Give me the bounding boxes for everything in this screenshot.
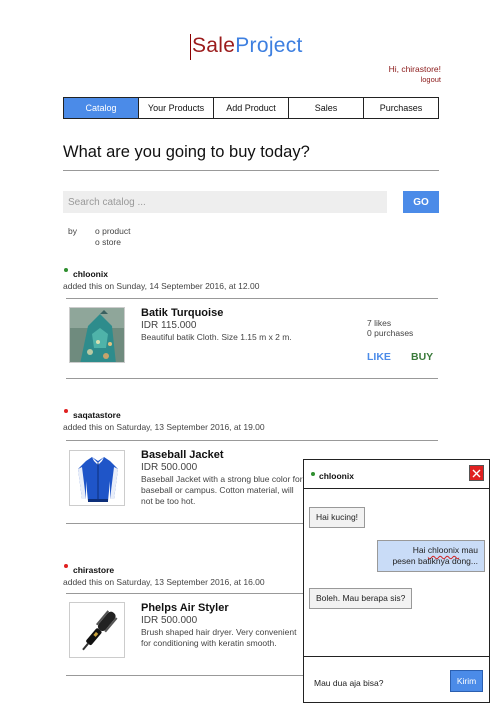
brand-logo[interactable]: SaleProject (190, 34, 303, 60)
send-button[interactable]: Kirim (450, 670, 483, 692)
tab-catalog[interactable]: Catalog (64, 98, 139, 118)
tab-sales[interactable]: Sales (289, 98, 364, 118)
seller-status-dot (64, 268, 68, 272)
seller-status-dot (64, 409, 68, 413)
product-price: IDR 500.000 (141, 462, 198, 473)
title-divider (63, 170, 439, 171)
chat-window: chloonix Hai kucing! Hai chloonix mau pe… (303, 459, 490, 703)
logout-link[interactable]: logout (421, 75, 441, 84)
tab-add-product[interactable]: Add Product (214, 98, 289, 118)
logo-project: Project (235, 34, 303, 57)
product-description: Baseball Jacket with a strong blue color… (141, 474, 303, 506)
logo-bar (190, 34, 191, 60)
product-likes: 7 likes (367, 318, 392, 328)
chat-input[interactable]: Mau dua aja bisa? (314, 678, 383, 688)
search-go-button[interactable]: GO (403, 191, 439, 213)
product-image-styler[interactable] (69, 602, 125, 658)
listing-date: added this on Sunday, 14 September 2016,… (63, 281, 260, 291)
product-name[interactable]: Phelps Air Styler (141, 602, 229, 614)
product-image-jacket[interactable] (69, 450, 125, 506)
chat-partner-name: chloonix (319, 471, 354, 481)
filter-option-product[interactable]: o product (95, 226, 130, 236)
search-input[interactable]: Search catalog ... (63, 191, 387, 213)
msg-text: chloonix (427, 545, 460, 555)
msg-text: mau (459, 545, 478, 555)
filter-option-store[interactable]: o store (95, 237, 121, 247)
seller-name[interactable]: chloonix (73, 269, 108, 279)
msg-text: Hai (412, 545, 428, 555)
buy-button[interactable]: BUY (411, 351, 433, 363)
filter-by-label: by (68, 226, 77, 236)
page-title: What are you going to buy today? (63, 143, 310, 161)
listing-divider (66, 378, 438, 379)
user-greeting: Hi, chirastore! (388, 64, 441, 74)
like-button[interactable]: LIKE (367, 351, 391, 363)
chat-message-received: Boleh. Mau berapa sis? (309, 588, 413, 609)
product-name[interactable]: Baseball Jacket (141, 449, 224, 461)
listing-date: added this on Saturday, 13 September 201… (63, 422, 265, 432)
product-image-batik[interactable] (69, 307, 125, 363)
chat-status-dot (311, 472, 315, 476)
listing-date: added this on Saturday, 13 September 201… (63, 577, 265, 587)
listing-divider (66, 298, 438, 299)
product-price: IDR 115.000 (141, 320, 197, 331)
chat-footer-divider (304, 656, 489, 657)
seller-name[interactable]: saqatastore (73, 410, 121, 420)
seller-status-dot (64, 564, 68, 568)
product-name[interactable]: Batik Turquoise (141, 307, 223, 319)
listing-divider (66, 440, 438, 441)
msg-text: pesen batiknya dong... (392, 556, 478, 566)
product-description: Brush shaped hair dryer. Very convenient… (141, 627, 297, 648)
chat-message-received: Hai kucing! (309, 507, 366, 528)
tab-your-products[interactable]: Your Products (139, 98, 214, 118)
close-icon[interactable] (469, 465, 484, 481)
logo-sale: Sale (192, 34, 236, 57)
tab-purchases[interactable]: Purchases (364, 98, 438, 118)
product-price: IDR 500.000 (141, 615, 198, 626)
main-nav: Catalog Your Products Add Product Sales … (63, 97, 439, 119)
seller-name[interactable]: chirastore (73, 565, 114, 575)
product-purchases: 0 purchases (367, 328, 414, 338)
chat-message-sent: Hai chloonix mau pesen batiknya dong... (377, 540, 485, 572)
product-description: Beautiful batik Cloth. Size 1.15 m x 2 m… (141, 332, 292, 342)
chat-header: chloonix (304, 460, 489, 489)
